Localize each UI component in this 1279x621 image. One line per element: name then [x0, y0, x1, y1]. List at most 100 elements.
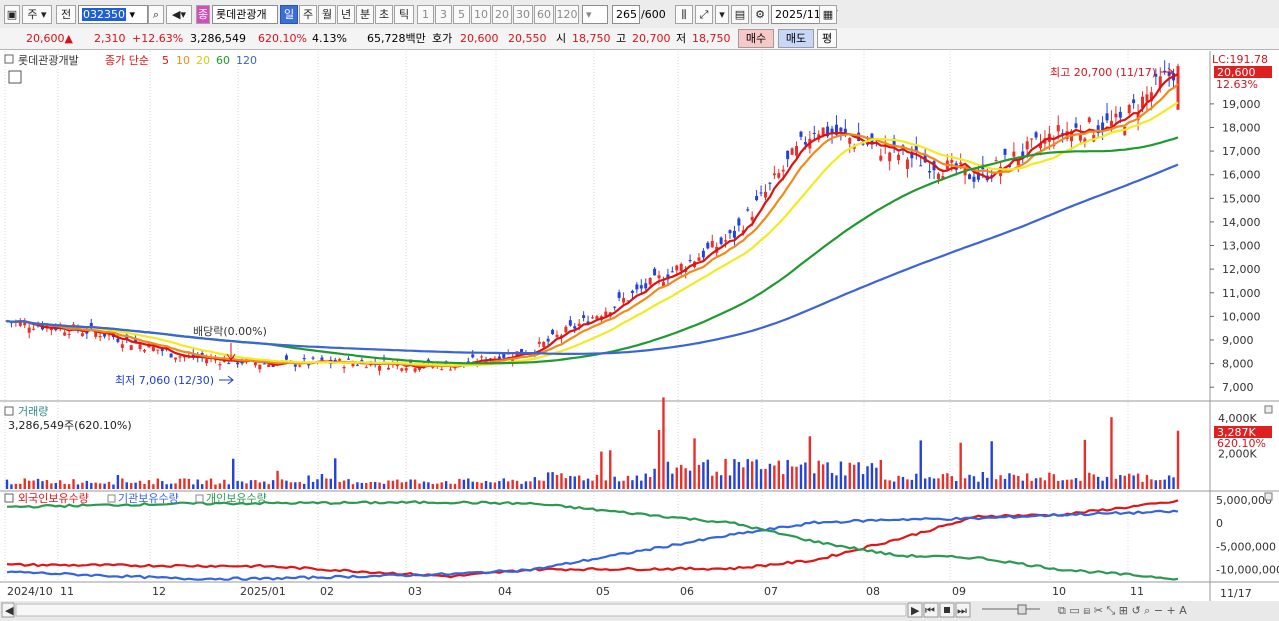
speaker-icon[interactable]: ◀▾ — [166, 5, 192, 24]
count-input[interactable]: 265 — [612, 5, 640, 24]
candle-body — [879, 155, 883, 161]
volume-bar — [653, 468, 656, 489]
volume-bar — [342, 480, 346, 489]
volume-panel-close-icon[interactable] — [1264, 405, 1273, 414]
candle-body — [799, 131, 803, 137]
volume-bar — [631, 480, 634, 489]
volume-bar — [923, 478, 927, 489]
period-month[interactable]: 월 — [318, 5, 336, 24]
holdings-menu-icon[interactable] — [4, 493, 14, 503]
buy-button[interactable]: 매수 — [738, 29, 774, 48]
search-icon[interactable]: ⌕ — [148, 5, 164, 24]
turnover-rate: 4.13% — [312, 32, 347, 45]
volume-bar — [311, 481, 315, 489]
candle-body — [1056, 125, 1060, 132]
candle-body — [750, 216, 754, 221]
zoom-slider-handle[interactable] — [1017, 604, 1027, 615]
volume-bar — [546, 472, 550, 489]
window-icon[interactable]: ▣ — [4, 5, 20, 24]
volume-bar — [1025, 473, 1029, 489]
prev-button[interactable]: 전 — [56, 5, 76, 24]
candle-body — [236, 362, 240, 365]
save-icon[interactable]: ▤ — [731, 5, 749, 24]
volume-menu-icon[interactable] — [4, 406, 14, 416]
volume-bar — [742, 467, 745, 489]
period-week[interactable]: 주 — [299, 5, 317, 24]
volume-bar — [1061, 480, 1064, 489]
volume-bar — [830, 472, 834, 489]
volume-bar — [427, 482, 430, 489]
volume-bar — [280, 479, 284, 489]
candle-body — [1030, 138, 1034, 140]
quote-bar: 20,600▲ 2,310 +12.63% 3,286,549 620.10% … — [0, 28, 1279, 50]
candle-body — [679, 263, 683, 271]
toolbar-icons[interactable]: ⧉ ▭ ⧈ ✂ ⤡ ⊞ ↺ ⌕ − + A — [1058, 604, 1187, 617]
period-tick[interactable]: 틱 — [394, 5, 414, 24]
volume-bar — [458, 478, 461, 489]
volume-bar — [1141, 481, 1144, 489]
minute-120[interactable]: 120 — [555, 5, 579, 24]
draw-tool-icon[interactable]: ⤢ — [695, 5, 713, 24]
candle-icon[interactable]: ⫼ — [675, 5, 693, 24]
candle-body — [378, 365, 382, 371]
period-year[interactable]: 년 — [337, 5, 355, 24]
volume-bar — [839, 461, 843, 489]
market-select[interactable]: 주 ▾ — [22, 5, 52, 24]
eval-button[interactable]: 평 — [817, 29, 837, 48]
candle-body — [542, 341, 546, 347]
volume-bar — [919, 440, 922, 489]
stock-name-field: 롯데관광개 — [212, 5, 278, 24]
candle-body — [777, 173, 781, 178]
volume-bar — [746, 459, 749, 489]
volume-bar — [418, 483, 421, 489]
candle-body — [347, 358, 351, 360]
minute-3[interactable]: 3 — [435, 5, 452, 24]
minute-5[interactable]: 5 — [453, 5, 470, 24]
minute-30[interactable]: 30 — [513, 5, 533, 24]
sell-button[interactable]: 매도 — [778, 29, 814, 48]
candle-body — [338, 359, 342, 361]
ma60-legend: 60 — [216, 54, 230, 67]
candle-body — [1003, 149, 1007, 155]
menu-icon[interactable]: ▾ — [715, 5, 729, 24]
volume-bar — [183, 478, 186, 489]
volume-bar — [320, 474, 324, 489]
volume-bar — [107, 481, 111, 489]
volume-bar — [520, 483, 523, 489]
custom-period-select[interactable]: ▾ — [582, 5, 608, 24]
minute-20[interactable]: 20 — [492, 5, 512, 24]
period-minute[interactable]: 분 — [356, 5, 374, 24]
bid-price: 20,550 — [508, 32, 547, 45]
stock-code-input[interactable]: 032350 ▾ — [78, 5, 148, 24]
period-day[interactable]: 일 — [280, 5, 298, 24]
candle-body — [404, 368, 408, 371]
minute-60[interactable]: 60 — [534, 5, 554, 24]
gear-icon[interactable]: ⚙ — [751, 5, 769, 24]
calendar-icon[interactable]: ▦ — [819, 5, 837, 24]
candle-body — [746, 209, 750, 211]
candle-body — [622, 298, 626, 303]
stock-badge: 종 — [196, 5, 210, 24]
volume-bar — [1163, 479, 1166, 489]
volume-bar — [835, 475, 838, 489]
period-second[interactable]: 초 — [375, 5, 393, 24]
minute-1[interactable]: 1 — [417, 5, 434, 24]
minute-10[interactable]: 10 — [471, 5, 491, 24]
candle-body — [648, 277, 652, 285]
horizontal-scrollbar[interactable] — [15, 603, 907, 617]
holdings-panel-close-icon[interactable] — [1264, 492, 1273, 501]
chart-area[interactable]: 7,000 8,000 9,000 10,000 11,000 12,000 13,000 1… — [0, 51, 1279, 621]
volume-bar — [76, 484, 80, 489]
volume-bar — [1017, 475, 1020, 489]
volume-bar — [866, 466, 869, 489]
candle-body — [577, 323, 581, 326]
candle-body — [897, 154, 901, 161]
volume-bar — [994, 479, 998, 489]
table-icon[interactable] — [8, 70, 22, 84]
volume-bar — [125, 482, 128, 489]
candle-body — [772, 173, 776, 176]
panel-menu-icon[interactable] — [4, 54, 14, 64]
volume-bar — [14, 483, 18, 489]
candle-body — [737, 218, 741, 226]
price-tick-label: 19,000 — [1222, 98, 1261, 111]
